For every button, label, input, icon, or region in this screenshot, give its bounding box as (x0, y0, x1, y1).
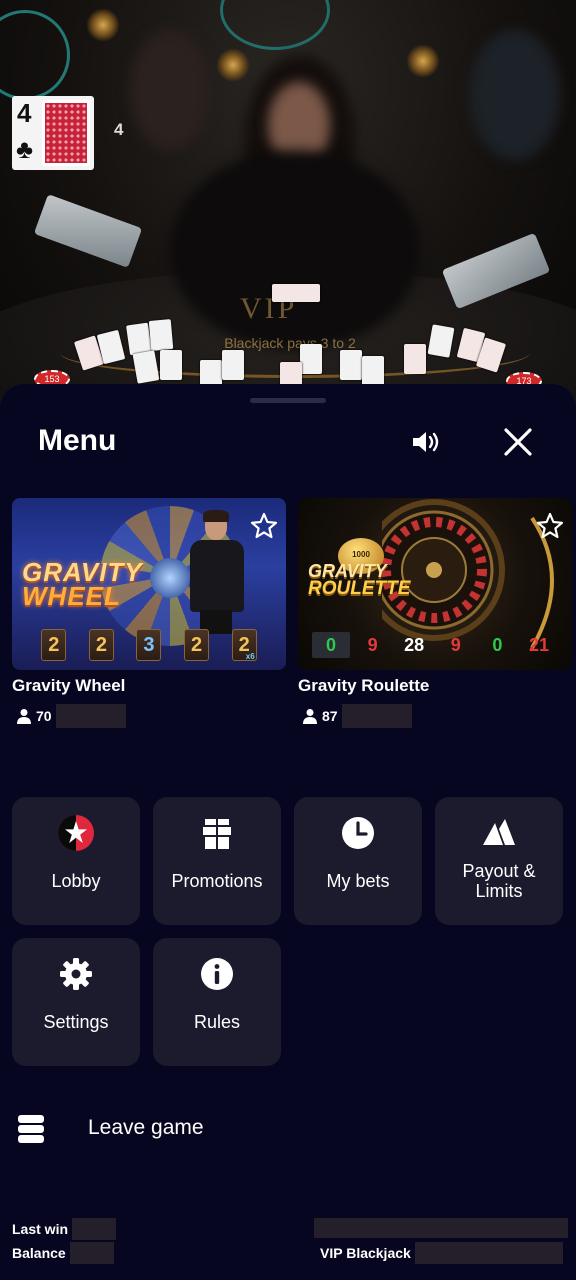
result-multiplier: x6 (245, 652, 255, 661)
promotions-button[interactable]: Promotions (153, 797, 281, 925)
balance-label: Balance (12, 1245, 66, 1261)
game-card-gravity-roulette[interactable]: 1000 GRAVITY ROULETTE 0 9 28 9 0 21 Grav… (298, 498, 572, 728)
result-number: 21 (528, 635, 549, 655)
payout-limits-button[interactable]: Payout & Limits (435, 797, 563, 925)
player-count: 87 (298, 704, 572, 728)
result-number: 9 (450, 635, 461, 655)
last-win-row: Last win (12, 1218, 117, 1240)
redacted-value (69, 1242, 114, 1264)
card-back-icon (42, 100, 90, 166)
player-count: 70 (12, 704, 286, 728)
result-tile: 3 (136, 629, 162, 661)
tile-label: My bets (326, 871, 390, 891)
clock-icon (342, 817, 374, 849)
balance-row: Balance (12, 1242, 114, 1264)
game-thumbnail[interactable]: GRAVITY WHEEL 2 2 3 2 2 x6 (12, 498, 286, 670)
result-tile: 2 (88, 629, 114, 661)
game-host (188, 510, 246, 634)
result-number: 0 (492, 635, 503, 655)
dealer-card-rank: 4 (17, 98, 32, 128)
tile-label: Payout & Limits (462, 861, 536, 901)
dealer-hand-total: 4 (114, 120, 124, 139)
lobby-button[interactable]: Lobby (12, 797, 140, 925)
favorite-star-icon[interactable] (250, 512, 278, 540)
redacted-value (314, 1218, 568, 1238)
gift-icon (203, 819, 231, 849)
lobby-star-icon (58, 815, 94, 851)
result-tile: 2 x6 (231, 629, 257, 661)
recent-results: 0 9 28 9 0 21 (298, 620, 572, 670)
tile-label: Promotions (171, 871, 263, 891)
payout-limits-icon (483, 819, 515, 845)
user-icon (17, 709, 31, 724)
redacted-value (55, 704, 126, 728)
result-number: 28 (404, 635, 425, 655)
club-suit-icon: ♣ (16, 134, 34, 164)
game-thumbnail[interactable]: 1000 GRAVITY ROULETTE 0 9 28 9 0 21 (298, 498, 572, 670)
settings-button[interactable]: Settings (12, 938, 140, 1066)
gravity-roulette-logo: GRAVITY ROULETTE (308, 561, 411, 599)
gravity-wheel-logo: GRAVITY WHEEL (22, 557, 143, 611)
table-name-row: VIP Blackjack (320, 1242, 563, 1264)
card-shoe (33, 194, 143, 268)
tile-label: Settings (43, 1012, 109, 1032)
leave-game-button[interactable]: Leave game (16, 1110, 256, 1150)
speaker-icon[interactable] (410, 428, 442, 456)
user-icon (303, 709, 317, 724)
menu-sheet: Menu GRAVITY WHEEL 2 2 3 2 2 x6 Gravity … (0, 384, 576, 1280)
live-video-feed: VIP Blackjack pays 3 to 2 153 173 4 ♣ 4 (0, 0, 576, 420)
redacted-value (341, 704, 412, 728)
result-tile: 2 (41, 629, 67, 661)
tile-label: Rules (193, 1012, 241, 1032)
redacted-value (72, 1218, 117, 1240)
game-card-gravity-wheel[interactable]: GRAVITY WHEEL 2 2 3 2 2 x6 Gravity Wheel (12, 498, 286, 728)
redacted-value (414, 1242, 563, 1264)
result-number: 9 (367, 635, 378, 655)
game-name: Gravity Roulette (298, 676, 430, 695)
favorite-star-icon[interactable] (536, 512, 564, 540)
rules-button[interactable]: Rules (153, 938, 281, 1066)
sheet-drag-handle[interactable] (250, 398, 326, 403)
close-icon[interactable] (500, 424, 536, 460)
dealer-hand-indicator: 4 ♣ (12, 96, 94, 170)
exit-stack-icon (18, 1115, 44, 1143)
my-bets-button[interactable]: My bets (294, 797, 422, 925)
last-win-label: Last win (12, 1221, 69, 1237)
info-icon (201, 958, 233, 990)
recent-results: 2 2 3 2 2 x6 (12, 620, 286, 670)
result-tile: 2 (184, 629, 210, 661)
game-id-row (310, 1218, 568, 1238)
gear-icon (60, 958, 92, 990)
table-payout-text: Blackjack pays 3 to 2 (224, 335, 356, 351)
game-name: Gravity Wheel (12, 676, 126, 695)
tile-label: Lobby (51, 871, 101, 891)
menu-title: Menu (38, 424, 117, 457)
leave-game-label: Leave game (88, 1116, 204, 1139)
table-name: VIP Blackjack (320, 1245, 411, 1261)
result-number: 0 (312, 632, 350, 658)
